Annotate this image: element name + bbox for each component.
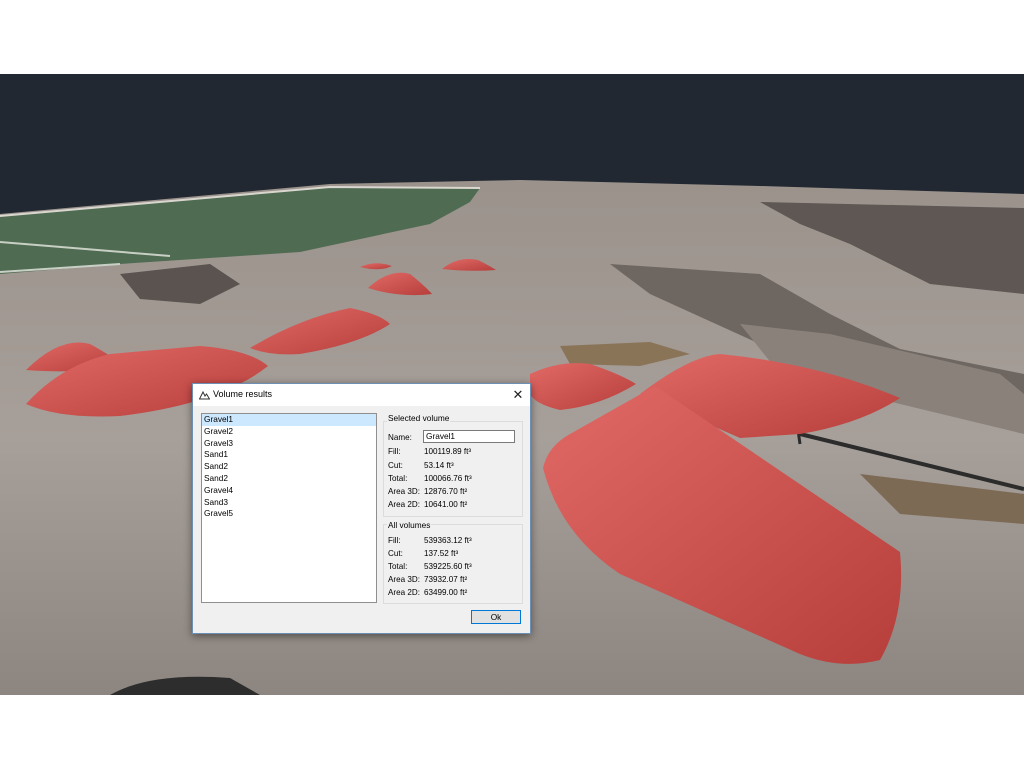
- volume-results-dialog: Volume results ✕ Gravel1 Gravel2 Gravel3 Sa…: [192, 383, 531, 634]
- mountains-icon: [199, 390, 210, 400]
- all-fill-label: Fill:: [388, 536, 401, 545]
- sel-area2d-label: Area 2D:: [388, 500, 420, 509]
- ok-button[interactable]: Ok: [471, 610, 521, 624]
- dialog-titlebar[interactable]: Volume results ✕: [193, 384, 530, 406]
- list-item[interactable]: Gravel1: [202, 414, 376, 426]
- all-cut-label: Cut:: [388, 549, 403, 558]
- all-total-label: Total:: [388, 562, 408, 571]
- sel-total-value: 100066.76 ft³: [424, 474, 472, 483]
- all-area3d-label: Area 3D:: [388, 575, 420, 584]
- sel-cut-label: Cut:: [388, 461, 403, 470]
- sel-total-label: Total:: [388, 474, 408, 483]
- sel-area3d-label: Area 3D:: [388, 487, 420, 496]
- sel-fill-label: Fill:: [388, 447, 401, 456]
- list-item[interactable]: Sand2: [202, 473, 376, 485]
- all-cut-value: 137.52 ft³: [424, 549, 459, 558]
- selected-volume-label: Selected volume: [387, 413, 451, 423]
- list-item[interactable]: Sand1: [202, 449, 376, 461]
- volumes-list[interactable]: Gravel1 Gravel2 Gravel3 Sand1 Sand2 Sand2 Grav…: [201, 413, 377, 603]
- dialog-title: Volume results: [213, 389, 273, 399]
- list-item[interactable]: Gravel2: [202, 426, 376, 438]
- sel-area2d-value: 10641.00 ft²: [424, 500, 468, 509]
- sel-area3d-value: 12876.70 ft²: [424, 487, 468, 496]
- list-item[interactable]: Sand2: [202, 461, 376, 473]
- close-icon: ✕: [512, 387, 524, 402]
- all-area3d-value: 73932.07 ft²: [424, 575, 468, 584]
- name-label: Name:: [388, 433, 412, 442]
- name-field[interactable]: Gravel1: [423, 430, 515, 443]
- sel-cut-value: 53.14 ft³: [424, 461, 454, 470]
- all-area2d-value: 63499.00 ft²: [424, 588, 468, 597]
- all-fill-value: 539363.12 ft³: [424, 536, 472, 545]
- all-area2d-label: Area 2D:: [388, 588, 420, 597]
- all-total-value: 539225.60 ft³: [424, 562, 472, 571]
- list-item[interactable]: Gravel4: [202, 485, 376, 497]
- list-item[interactable]: Sand3: [202, 497, 376, 509]
- sel-fill-value: 100119.89 ft³: [424, 447, 472, 456]
- all-volumes-label: All volumes: [387, 520, 432, 530]
- close-button[interactable]: ✕: [508, 385, 528, 405]
- list-item[interactable]: Gravel3: [202, 438, 376, 450]
- list-item[interactable]: Gravel5: [202, 508, 376, 520]
